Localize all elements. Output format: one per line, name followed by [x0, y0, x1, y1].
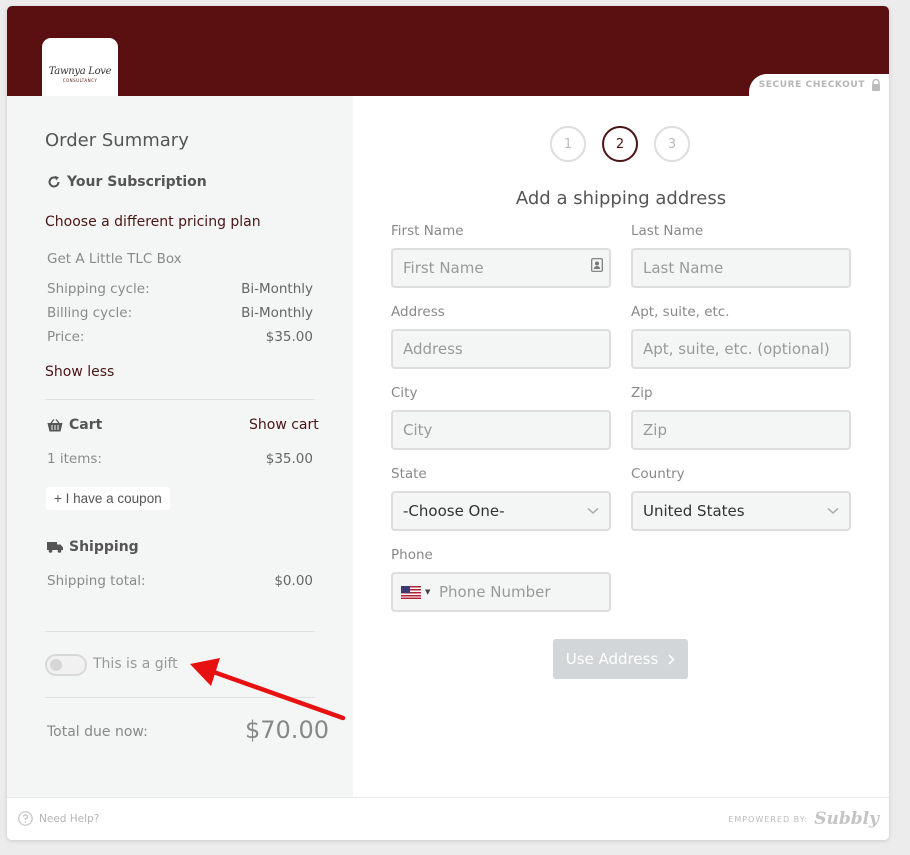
row-value: Bi-Monthly	[241, 281, 313, 297]
first-name-wrap	[391, 248, 611, 288]
change-plan-link[interactable]: Choose a different pricing plan	[45, 214, 261, 230]
row-label: Billing cycle:	[47, 305, 133, 321]
help-icon	[18, 811, 33, 826]
row-label: Shipping cycle:	[47, 281, 150, 297]
city-label: City	[391, 385, 418, 401]
header-bar: SECURE CHECKOUT	[7, 6, 889, 96]
step-2-active: 2	[602, 126, 638, 162]
checkout-card: SECURE CHECKOUT Tawnya Love CONSULTANCY …	[7, 6, 889, 840]
row-value: $35.00	[265, 329, 313, 345]
shipping-heading: Shipping	[47, 539, 139, 555]
cart-items-row: 1 items: $35.00	[47, 451, 313, 467]
zip-label: Zip	[631, 385, 653, 401]
shipping-heading-text: Shipping	[69, 539, 139, 555]
phone-input-group: ▼ Phone Number	[391, 572, 611, 612]
country-value: United States	[643, 502, 745, 520]
subscription-heading-text: Your Subscription	[67, 174, 207, 190]
first-name-input[interactable]	[391, 248, 611, 288]
state-value: -Choose One-	[403, 502, 505, 520]
need-help-text: Need Help?	[39, 812, 100, 825]
step-1[interactable]: 1	[550, 126, 586, 162]
apt-label: Apt, suite, etc.	[631, 304, 730, 320]
shipping-total-row: Shipping total: $0.00	[47, 573, 313, 589]
powered-by: EMPOWERED BY: Subbly	[728, 809, 879, 829]
divider	[45, 631, 315, 632]
red-arrow-annotation	[190, 658, 346, 721]
use-address-button[interactable]: Use Address	[553, 639, 688, 679]
row-label: Shipping total:	[47, 573, 146, 589]
address-label: Address	[391, 304, 445, 320]
coupon-button[interactable]: + I have a coupon	[46, 487, 170, 510]
secure-checkout-label: SECURE CHECKOUT	[758, 80, 865, 90]
product-name: Get A Little TLC Box	[47, 251, 182, 267]
first-name-label: First Name	[391, 223, 464, 239]
subbly-logo: Subbly	[814, 809, 879, 829]
gift-toggle[interactable]	[45, 654, 87, 676]
chevron-down-icon	[827, 507, 839, 515]
zip-input[interactable]	[631, 410, 851, 450]
step-indicator: 1 2 3	[550, 126, 690, 162]
logo-script: Tawnya Love	[48, 65, 112, 77]
row-value: Bi-Monthly	[241, 305, 313, 321]
billing-cycle-row: Billing cycle: Bi-Monthly	[47, 305, 313, 321]
step-3: 3	[654, 126, 690, 162]
contact-card-icon[interactable]	[591, 258, 603, 272]
phone-placeholder[interactable]: Phone Number	[439, 583, 551, 601]
row-value: $0.00	[274, 573, 313, 589]
last-name-label: Last Name	[631, 223, 704, 239]
state-label: State	[391, 466, 427, 482]
footer: Need Help? EMPOWERED BY: Subbly	[7, 797, 889, 840]
lock-icon	[872, 79, 880, 91]
show-cart-link[interactable]: Show cart	[249, 417, 319, 433]
country-label: Country	[631, 466, 685, 482]
need-help-link[interactable]: Need Help?	[18, 811, 99, 826]
country-code-dropdown[interactable]: ▼	[393, 585, 439, 599]
toggle-knob	[50, 659, 62, 671]
country-select[interactable]: United States	[631, 491, 851, 531]
city-input[interactable]	[391, 410, 611, 450]
logo-subtitle: CONSULTANCY	[62, 77, 98, 83]
shipping-cycle-row: Shipping cycle: Bi-Monthly	[47, 281, 313, 297]
total-due-label: Total due now:	[47, 724, 148, 740]
apt-input[interactable]	[631, 329, 851, 369]
price-row: Price: $35.00	[47, 329, 313, 345]
order-summary-title: Order Summary	[45, 130, 189, 151]
powered-by-text: EMPOWERED BY:	[728, 814, 809, 824]
divider	[45, 399, 315, 400]
state-select[interactable]: -Choose One-	[391, 491, 611, 531]
form-title: Add a shipping address	[515, 188, 727, 209]
basket-icon	[47, 418, 63, 431]
secure-checkout-tab: SECURE CHECKOUT	[749, 74, 889, 96]
caret-down-icon: ▼	[425, 588, 431, 596]
truck-icon	[47, 542, 63, 553]
address-input[interactable]	[391, 329, 611, 369]
chevron-down-icon	[587, 507, 599, 515]
subscription-heading: Your Subscription	[47, 174, 207, 190]
gift-label: This is a gift	[93, 656, 178, 672]
row-value: $35.00	[265, 451, 313, 467]
refresh-icon	[48, 175, 60, 188]
cart-heading-text: Cart	[69, 417, 103, 433]
chevron-right-icon	[668, 653, 675, 665]
show-less-link[interactable]: Show less	[45, 364, 114, 380]
use-address-label: Use Address	[565, 650, 659, 668]
row-label: 1 items:	[47, 451, 102, 467]
cart-heading: Cart	[47, 417, 102, 433]
last-name-input[interactable]	[631, 248, 851, 288]
us-flag-icon	[401, 585, 421, 599]
shipping-form-panel: 1 2 3 Add a shipping address First Name …	[353, 96, 889, 797]
phone-label: Phone	[391, 547, 433, 563]
row-label: Price:	[47, 329, 85, 345]
